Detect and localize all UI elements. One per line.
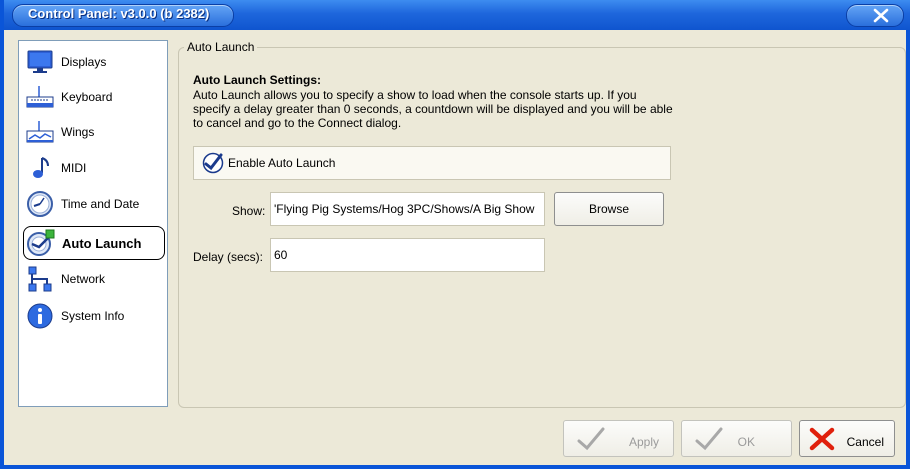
music-note-icon [23,154,57,182]
sidebar-item-displays[interactable]: Displays [23,47,165,77]
cancel-button-label: Cancel [846,435,884,449]
apply-button[interactable]: Apply [563,420,674,457]
title-bar[interactable]: Control Panel: v3.0.0 (b 2382) [4,0,910,30]
enable-auto-launch-checkbox[interactable]: Enable Auto Launch [193,146,671,180]
sidebar: Displays Keyboard Wings MIDI Time and Da… [18,40,168,407]
sidebar-item-label: Time and Date [61,197,140,211]
sidebar-item-system-info[interactable]: System Info [23,301,165,331]
apply-button-label: Apply [628,435,659,449]
enable-auto-launch-label: Enable Auto Launch [228,156,336,170]
monitor-icon [23,48,57,76]
keyboard-icon [23,83,57,111]
sidebar-item-network[interactable]: Network [23,264,165,294]
checkmark-icon [202,152,224,174]
check-icon [694,427,724,454]
sidebar-item-time-and-date[interactable]: Time and Date [23,189,165,219]
sidebar-item-label: MIDI [61,161,87,175]
browse-button[interactable]: Browse [554,192,664,226]
sidebar-item-label: System Info [61,309,125,323]
cancel-x-icon [808,426,836,455]
wings-icon [23,118,57,146]
sidebar-item-auto-launch[interactable]: Auto Launch [23,226,165,260]
control-panel-window: Control Panel: v3.0.0 (b 2382) Displays [0,0,910,469]
sidebar-item-wings[interactable]: Wings [23,117,165,147]
network-icon [23,265,57,293]
sidebar-item-label: Displays [61,55,107,69]
close-icon [873,8,889,23]
ok-button-label: OK [737,435,755,449]
sidebar-item-midi[interactable]: MIDI [23,153,165,183]
sidebar-item-label: Network [61,272,106,286]
settings-heading: Auto Launch Settings: [193,73,321,87]
window-title: Control Panel: v3.0.0 (b 2382) [28,6,210,21]
info-icon [23,302,57,330]
settings-description: Auto Launch allows you to specify a show… [193,88,673,130]
sidebar-item-label: Keyboard [61,90,113,104]
sidebar-item-label: Wings [61,125,95,139]
sidebar-item-keyboard[interactable]: Keyboard [23,82,165,112]
check-icon [576,427,606,454]
browse-button-label: Browse [588,202,629,216]
show-path-field[interactable]: 'Flying Pig Systems/Hog 3PC/Shows/A Big … [270,192,545,226]
sidebar-item-label: Auto Launch [62,235,142,251]
close-button[interactable] [846,4,904,27]
ok-button[interactable]: OK [681,420,792,457]
delay-field[interactable]: 60 [270,238,545,272]
auto-launch-icon [24,229,58,257]
group-title: Auto Launch [184,40,258,54]
show-label: Show: [232,204,266,218]
delay-label: Delay (secs): [193,250,264,264]
cancel-button[interactable]: Cancel [799,420,895,457]
clock-icon [23,190,57,218]
